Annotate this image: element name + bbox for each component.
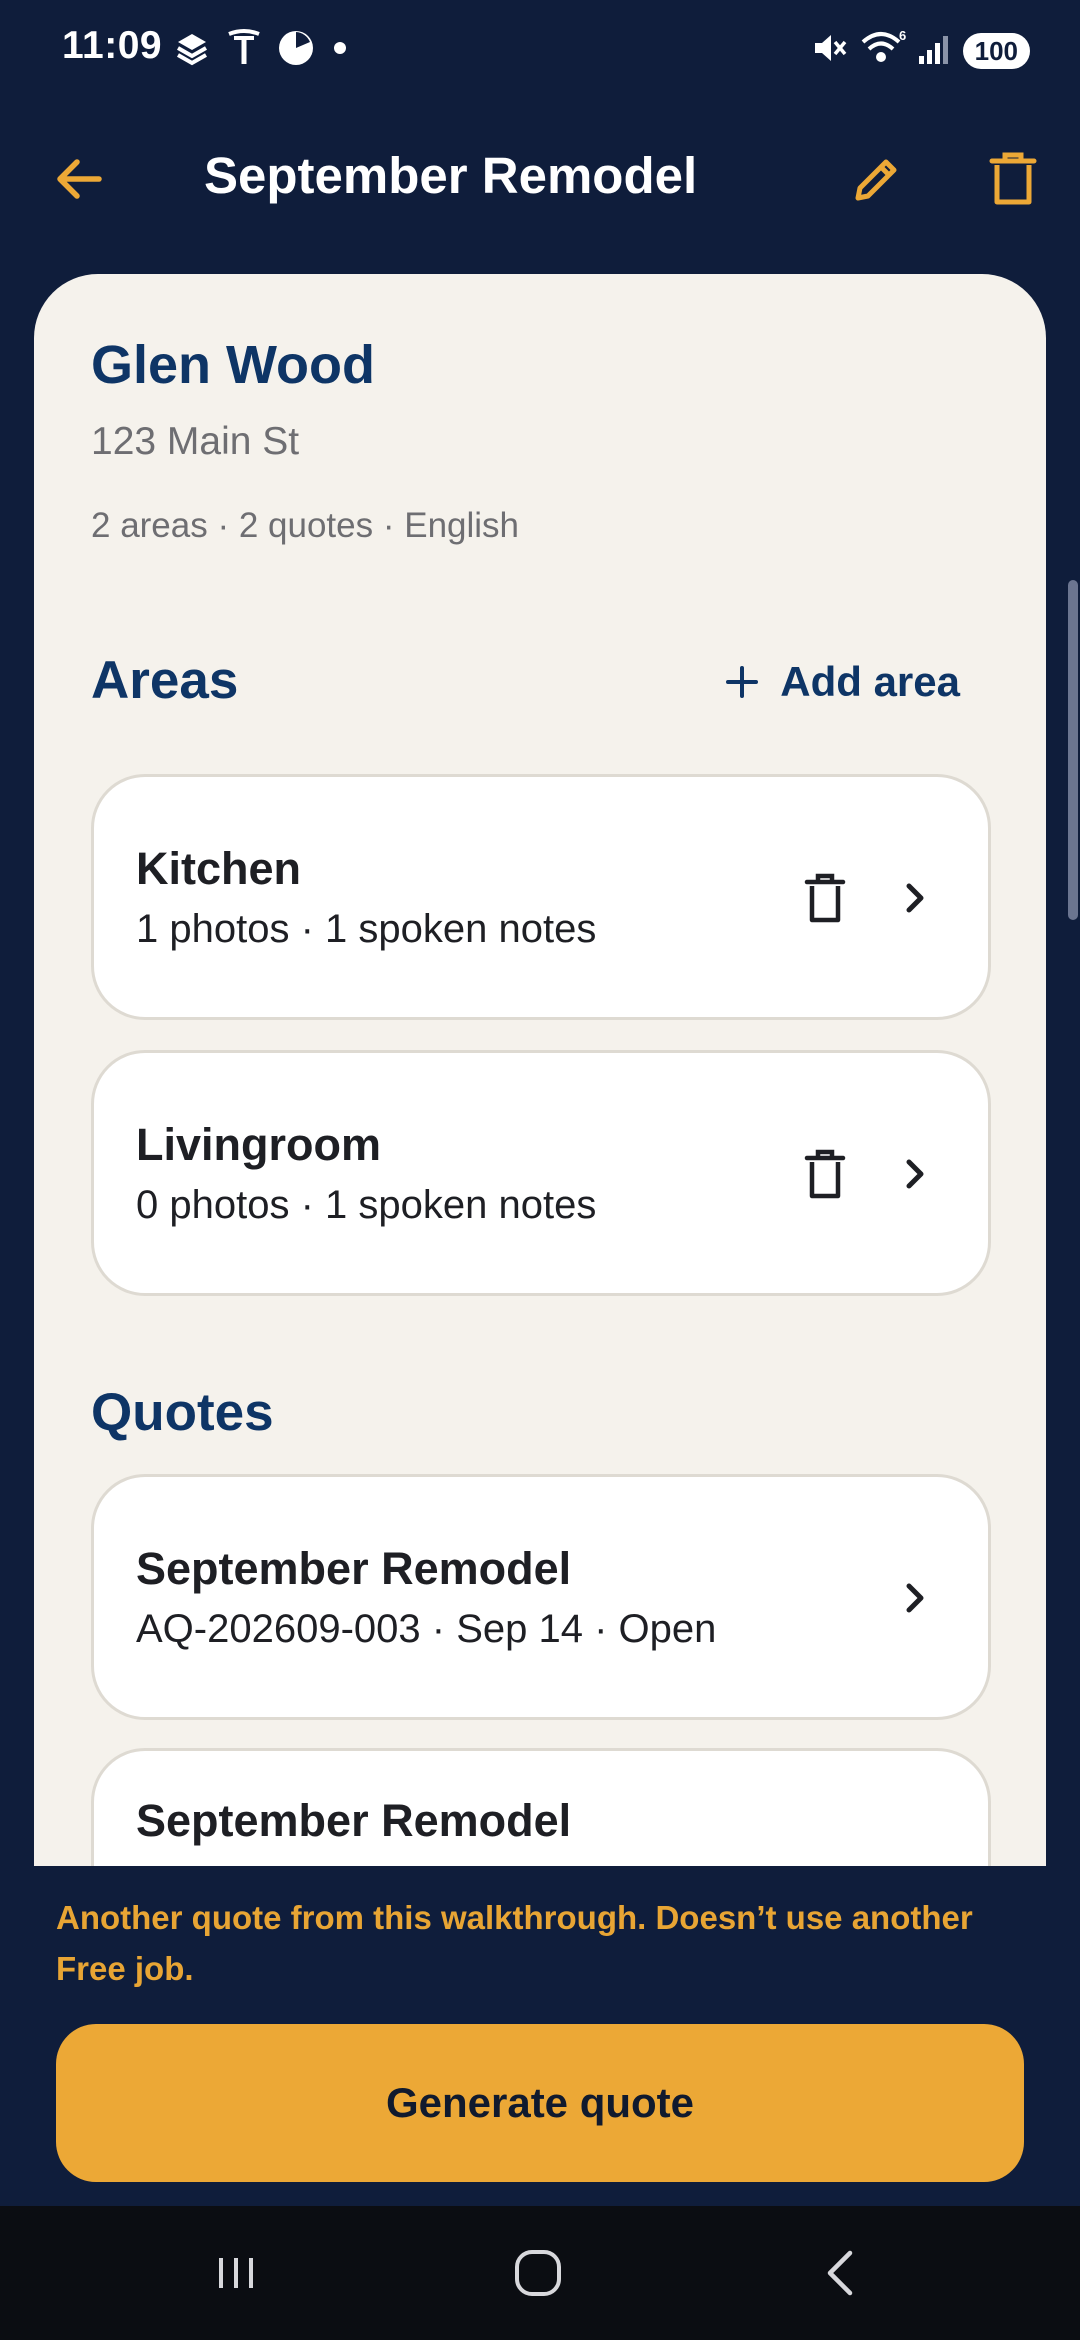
job-address: 123 Main St [91, 420, 300, 463]
quote-card[interactable]: September Remodel AQ-202609-003 · Sep 14… [91, 1474, 991, 1720]
arrow-left-icon [57, 159, 102, 199]
generate-quote-button[interactable]: Generate quote [56, 2024, 1024, 2182]
open-area-chevron[interactable] [884, 867, 946, 929]
app-bar: September Remodel [0, 110, 1080, 240]
wifi-superscript: 6 [899, 28, 906, 43]
delete-job-button[interactable] [978, 144, 1048, 214]
circle-app-icon [276, 28, 316, 73]
quote-summary: AQ-202609-003 · Sep 14 · Open [136, 1607, 717, 1651]
area-summary: 1 photos · 1 spoken notes [136, 907, 597, 951]
delete-area-button[interactable] [794, 1143, 856, 1205]
status-time: 11:09 [62, 24, 163, 67]
quote-card[interactable]: September Remodel [91, 1748, 991, 1866]
free-job-note: Another quote from this walkthrough. Doe… [56, 1899, 973, 1987]
system-back-button[interactable] [780, 2228, 900, 2318]
add-area-button[interactable]: Add area [724, 650, 960, 714]
edit-job-button[interactable] [842, 144, 912, 214]
quote-name: September Remodel [136, 1543, 572, 1594]
add-area-label: Add area [780, 658, 960, 705]
tesla-icon [226, 28, 262, 73]
open-quote-chevron[interactable] [884, 1567, 946, 1629]
chevron-left-icon [827, 2250, 853, 2296]
chevron-right-icon [906, 883, 924, 913]
chevron-right-icon [906, 1159, 924, 1189]
home-button[interactable] [478, 2228, 598, 2318]
page-title: September Remodel [204, 147, 698, 204]
system-nav-bar [0, 2206, 1080, 2340]
screen: 11:09 6 100 September Remodel Glen Wood … [0, 0, 1080, 2340]
quote-name: September Remodel [136, 1795, 572, 1846]
more-notifications-dot-icon [330, 28, 350, 73]
trash-icon [804, 1149, 846, 1199]
plus-icon [726, 666, 759, 698]
recents-button[interactable] [176, 2228, 296, 2318]
recents-icon [219, 2258, 253, 2288]
battery-indicator: 100 [962, 32, 1030, 69]
stack-app-icon [172, 28, 212, 73]
trash-icon [804, 873, 846, 923]
scrollbar[interactable] [1068, 580, 1078, 920]
area-name: Kitchen [136, 843, 302, 894]
status-bar: 11:09 6 100 [0, 0, 1080, 100]
home-icon [515, 2250, 561, 2296]
area-summary: 0 photos · 1 spoken notes [136, 1183, 597, 1227]
status-notification-icons [172, 28, 350, 73]
job-detail-sheet: Glen Wood 123 Main St 2 areas · 2 quotes… [34, 274, 1046, 1866]
generate-quote-label: Generate quote [385, 2079, 695, 2126]
mute-icon [809, 28, 849, 73]
signal-icon [917, 28, 953, 73]
wifi-icon: 6 [859, 28, 907, 73]
client-name: Glen Wood [91, 335, 375, 395]
open-area-chevron[interactable] [884, 1143, 946, 1205]
pencil-icon [855, 159, 897, 201]
job-meta: 2 areas · 2 quotes · English [91, 506, 520, 545]
area-name: Livingroom [136, 1119, 381, 1170]
area-card-livingroom[interactable]: Livingroom 0 photos · 1 spoken notes [91, 1050, 991, 1296]
quotes-section-title: Quotes [91, 1383, 274, 1442]
status-system-icons: 6 100 [809, 28, 1030, 73]
trash-icon [989, 152, 1037, 205]
areas-section-title: Areas [91, 651, 239, 710]
area-card-kitchen[interactable]: Kitchen 1 photos · 1 spoken notes [91, 774, 991, 1020]
delete-area-button[interactable] [794, 867, 856, 929]
back-button[interactable] [44, 144, 114, 214]
chevron-right-icon [906, 1583, 924, 1613]
